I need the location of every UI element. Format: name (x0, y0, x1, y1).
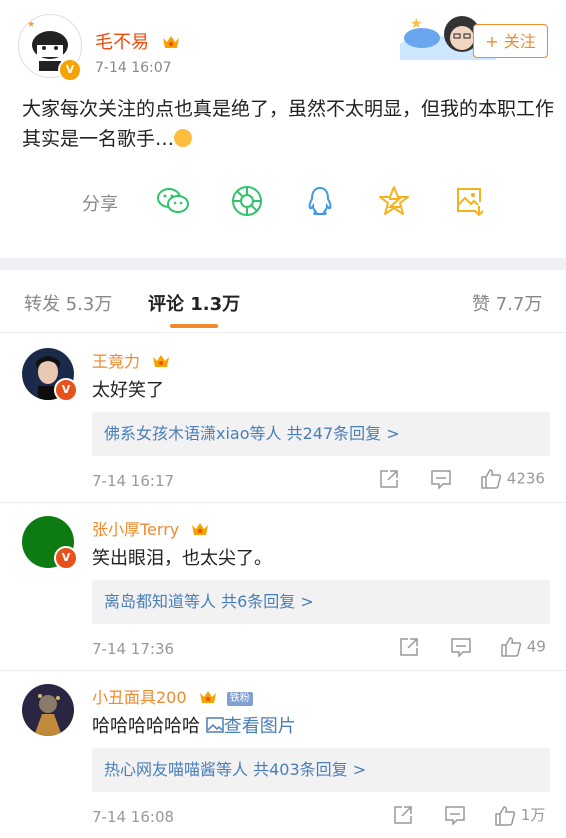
repost-button[interactable] (398, 636, 420, 660)
comment-time: 7-14 16:08 (92, 808, 175, 826)
section-divider (0, 258, 566, 270)
svg-text:★: ★ (27, 20, 35, 30)
comment-time: 7-14 17:36 (92, 640, 175, 658)
commenter-name[interactable]: 小丑面具200 铁粉 (92, 684, 253, 708)
crown-icon (199, 691, 216, 703)
moments-icon[interactable] (230, 184, 264, 218)
crown-icon (153, 355, 170, 367)
commenter-name[interactable]: 张小厚Terry (92, 516, 210, 540)
comment-icon (445, 806, 465, 826)
reply-button[interactable] (450, 636, 472, 660)
thumbs-up-icon (495, 805, 516, 826)
tab-repost[interactable]: 转发 5.3万 (24, 290, 112, 316)
repost-icon (394, 806, 412, 824)
crown-icon (192, 523, 209, 535)
comment-item: V 王竟力 太好笑了 佛系女孩木语潇xiao等人 共247条回复 > 7-14 … (0, 334, 566, 503)
comment-text: 笑出眼泪，也太尖了。 (92, 548, 272, 569)
qq-icon[interactable] (303, 184, 337, 218)
commenter-name-text: 小丑面具200 (92, 688, 187, 707)
like-count: 49 (526, 637, 546, 656)
author-name[interactable]: 毛不易 (95, 28, 181, 54)
reply-button[interactable] (430, 468, 452, 492)
like-button[interactable]: 4236 (480, 468, 545, 492)
like-button[interactable]: 1万 (494, 804, 545, 828)
verified-badge-icon: V (54, 378, 78, 402)
commenter-name-text: 张小厚Terry (92, 520, 180, 539)
crown-icon (162, 36, 179, 48)
author-name-text: 毛不易 (95, 32, 149, 53)
svg-text:★: ★ (410, 16, 423, 32)
comment-icon (451, 638, 471, 658)
replies-preview-link[interactable]: 离岛都知道等人 共6条回复 > (92, 580, 550, 624)
weibo-post: ★ V 毛不易 7-14 16:07 ★ + 关注 大家每次关注的点也真是绝了，… (0, 0, 566, 258)
like-count: 1万 (520, 806, 546, 824)
fan-badge: 铁粉 (226, 692, 253, 706)
thumbs-up-icon (501, 637, 522, 657)
active-tab-indicator (170, 324, 218, 328)
commenter-name[interactable]: 王竟力 (92, 348, 171, 372)
follow-button[interactable]: + 关注 (473, 24, 548, 58)
tab-bar: 转发 5.3万 评论 1.3万 赞 7.7万 (0, 270, 566, 333)
comment-text: 哈哈哈哈哈哈 查看图片 (92, 712, 296, 738)
post-text: 大家每次关注的点也真是绝了，虽然不太明显，但我的本职工作其实是一名歌手… (22, 98, 555, 150)
comment-text: 太好笑了 (92, 380, 164, 401)
comment-time: 7-14 16:17 (92, 472, 175, 490)
comment-icon (431, 470, 451, 490)
thumbs-up-icon (481, 469, 502, 489)
share-bar: 分享 (0, 178, 566, 228)
post-time: 7-14 16:07 (95, 60, 172, 76)
like-button[interactable]: 49 (500, 636, 546, 660)
replies-preview-link[interactable]: 佛系女孩木语潇xiao等人 共247条回复 > (92, 412, 550, 456)
comment-item: 小丑面具200 铁粉 哈哈哈哈哈哈 查看图片 热心网友喵喵酱等人 共403条回复… (0, 670, 566, 838)
repost-button[interactable] (392, 804, 414, 828)
tab-likes[interactable]: 赞 7.7万 (472, 290, 542, 316)
comment-text-body: 哈哈哈哈哈哈 (92, 716, 206, 737)
commenter-avatar[interactable] (22, 684, 74, 736)
reply-button[interactable] (444, 804, 466, 828)
share-label: 分享 (82, 194, 118, 215)
view-picture-text: 查看图片 (223, 716, 296, 737)
view-picture-link[interactable]: 查看图片 (205, 716, 296, 737)
qzone-icon[interactable] (377, 184, 411, 218)
tab-comments[interactable]: 评论 1.3万 (148, 290, 240, 316)
like-count: 4236 (506, 469, 545, 488)
smile-emoji-icon (174, 129, 193, 147)
wechat-icon[interactable] (156, 184, 190, 218)
verified-badge-icon: V (54, 546, 78, 570)
replies-preview-link[interactable]: 热心网友喵喵酱等人 共403条回复 > (92, 748, 550, 792)
verified-badge-icon: V (58, 58, 82, 82)
picture-icon (205, 717, 224, 733)
repost-icon (380, 470, 398, 488)
post-content: 大家每次关注的点也真是绝了，虽然不太明显，但我的本职工作其实是一名歌手… (22, 94, 556, 154)
repost-button[interactable] (378, 468, 400, 492)
comment-item: V 张小厚Terry 笑出眼泪，也太尖了。 离岛都知道等人 共6条回复 > 7-… (0, 502, 566, 671)
save-image-icon[interactable] (452, 184, 486, 218)
repost-icon (400, 638, 418, 656)
commenter-name-text: 王竟力 (92, 352, 141, 371)
